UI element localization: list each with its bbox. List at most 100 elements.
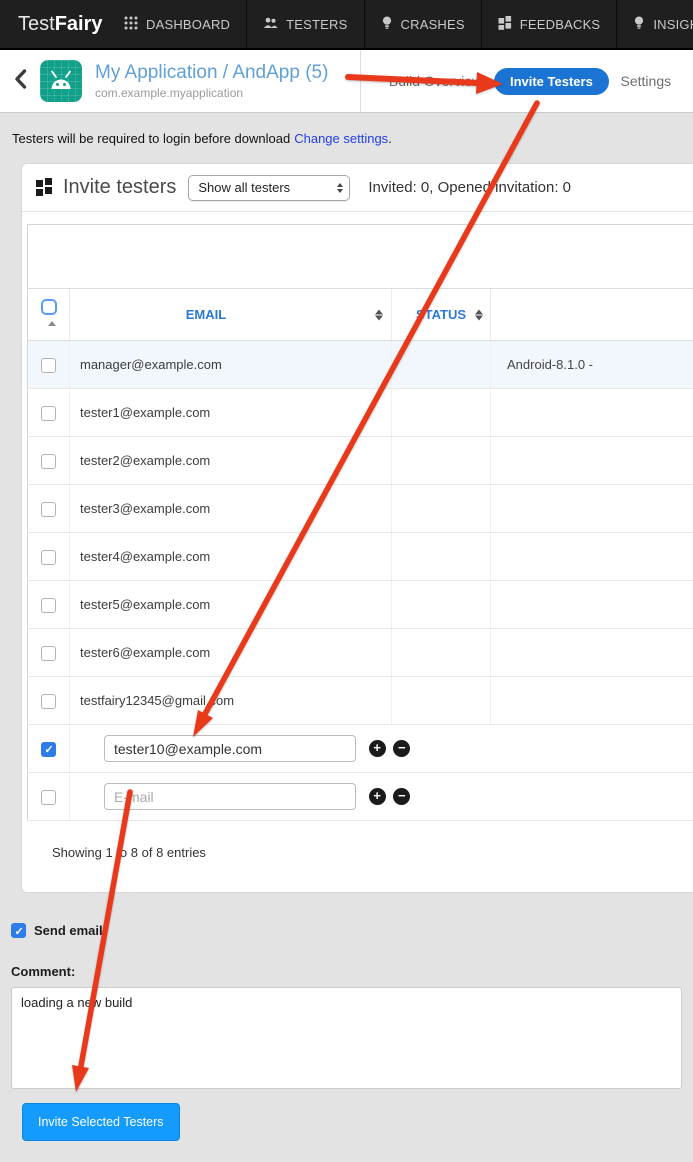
app-name-link[interactable]: My Application (95, 62, 218, 83)
row-build: Android-8.1.0 - (491, 341, 693, 389)
logo-text-test: Test (18, 13, 55, 36)
row-email: tester5@example.com (70, 581, 392, 629)
status-column-header[interactable]: STATUS (392, 289, 491, 341)
table-row: tester3@example.com (28, 485, 693, 533)
row-email: testfairy12345@gmail.com (70, 677, 392, 725)
notice-period: . (388, 131, 392, 146)
email-input-row: + − (28, 725, 693, 773)
status-sort-icon[interactable] (475, 309, 483, 320)
row-email: tester6@example.com (70, 629, 392, 677)
nav-item-label: CRASHES (401, 17, 465, 32)
table-row: manager@example.com Android-8.1.0 - (28, 341, 693, 389)
nav-item-crashes[interactable]: CRASHES (364, 0, 481, 48)
nav-item-label: INSIGHTS (653, 17, 693, 32)
row-build (491, 581, 693, 629)
dashboard-icon (124, 16, 138, 33)
select-all-header-cell (28, 289, 70, 341)
tab-invite-testers[interactable]: Invite Testers (494, 68, 609, 95)
nav-item-insights[interactable]: INSIGHTS (616, 0, 693, 48)
header-tabs: Build Overview Invite Testers Settings (361, 68, 693, 95)
email-input[interactable] (104, 783, 356, 810)
testfairy-logo[interactable]: TestFairy (0, 0, 108, 48)
invite-testers-card: Invite testers Show all testers Invited:… (21, 163, 693, 893)
row-checkbox-cell (28, 485, 70, 533)
add-row-button[interactable]: + (369, 788, 386, 805)
tab-build-overview[interactable]: Build Overview (389, 73, 482, 89)
email-input-cell: + − (70, 773, 693, 821)
row-status (392, 677, 491, 725)
row-checkbox-cell (28, 581, 70, 629)
card-header: Invite testers Show all testers Invited:… (22, 164, 693, 211)
android-robot-icon (46, 68, 76, 94)
testers-table-wrap: EMAIL STATUS manager@example.com Android… (27, 224, 693, 892)
row-checkbox[interactable] (41, 694, 56, 709)
feedbacks-icon (498, 16, 512, 33)
nav-item-feedbacks[interactable]: FEEDBACKS (481, 0, 617, 48)
row-checkbox[interactable] (41, 598, 56, 613)
row-status (392, 581, 491, 629)
testers-icon (263, 16, 278, 33)
row-checkbox-cell (28, 389, 70, 437)
row-checkbox-cell (28, 341, 70, 389)
row-checkbox-cell (28, 773, 70, 821)
email-column-label: EMAIL (186, 307, 226, 322)
nav-item-label: TESTERS (286, 17, 347, 32)
row-email: tester2@example.com (70, 437, 392, 485)
row-build (491, 533, 693, 581)
filter-selected-value: Show all testers (198, 180, 290, 195)
select-all-checkbox[interactable] (41, 299, 57, 315)
row-status (392, 485, 491, 533)
invite-selected-testers-button[interactable]: Invite Selected Testers (22, 1103, 180, 1141)
change-settings-link[interactable]: Change settings (294, 131, 388, 146)
add-row-button[interactable]: + (369, 740, 386, 757)
tester-filter-select[interactable]: Show all testers (188, 175, 350, 201)
send-email-label: Send email (34, 923, 103, 938)
remove-row-button[interactable]: − (393, 740, 410, 757)
email-input[interactable] (104, 735, 356, 762)
android-app-icon (40, 60, 82, 102)
comment-textarea[interactable] (11, 987, 682, 1089)
row-build (491, 677, 693, 725)
build-name-link[interactable]: AndApp (5) (232, 62, 328, 83)
nav-item-label: FEEDBACKS (520, 17, 601, 32)
row-checkbox-cell (28, 677, 70, 725)
table-entries-summary: Showing 1 to 8 of 8 entries (27, 821, 693, 892)
row-status (392, 629, 491, 677)
testers-table: EMAIL STATUS manager@example.com Android… (27, 224, 693, 821)
remove-row-button[interactable]: − (393, 788, 410, 805)
notice-text: Testers will be required to login before… (12, 131, 290, 146)
row-checkbox[interactable] (41, 550, 56, 565)
row-build (491, 437, 693, 485)
row-checkbox[interactable] (41, 502, 56, 517)
crashes-icon (381, 16, 393, 33)
table-toolbar-row (28, 225, 693, 289)
row-checkbox[interactable] (41, 454, 56, 469)
package-name: com.example.myapplication (95, 86, 360, 100)
row-checkbox[interactable] (41, 646, 56, 661)
row-status (392, 389, 491, 437)
email-input-row: + − (28, 773, 693, 821)
send-email-checkbox[interactable] (11, 923, 26, 938)
email-column-header[interactable]: EMAIL (70, 289, 392, 341)
row-checkbox[interactable] (41, 742, 56, 757)
row-status (392, 533, 491, 581)
build-column-header (491, 289, 693, 341)
row-build (491, 389, 693, 437)
email-sort-icon[interactable] (375, 309, 383, 320)
row-checkbox[interactable] (41, 358, 56, 373)
tab-settings[interactable]: Settings (621, 73, 672, 89)
back-button[interactable] (0, 69, 40, 94)
tester-table-body: manager@example.com Android-8.1.0 - test… (28, 341, 693, 821)
app-header: My Application / AndApp (5) com.example.… (0, 50, 693, 113)
insights-icon (633, 16, 645, 33)
status-column-label: STATUS (416, 307, 466, 322)
row-checkbox[interactable] (41, 406, 56, 421)
nav-item-dashboard[interactable]: DASHBOARD (108, 0, 246, 48)
comment-label: Comment: (11, 964, 693, 979)
select-updown-icon (337, 183, 343, 193)
table-header-row: EMAIL STATUS (28, 289, 693, 341)
row-checkbox[interactable] (41, 790, 56, 805)
sort-ascending-icon[interactable] (48, 321, 56, 326)
nav-item-testers[interactable]: TESTERS (246, 0, 363, 48)
row-email: tester1@example.com (70, 389, 392, 437)
